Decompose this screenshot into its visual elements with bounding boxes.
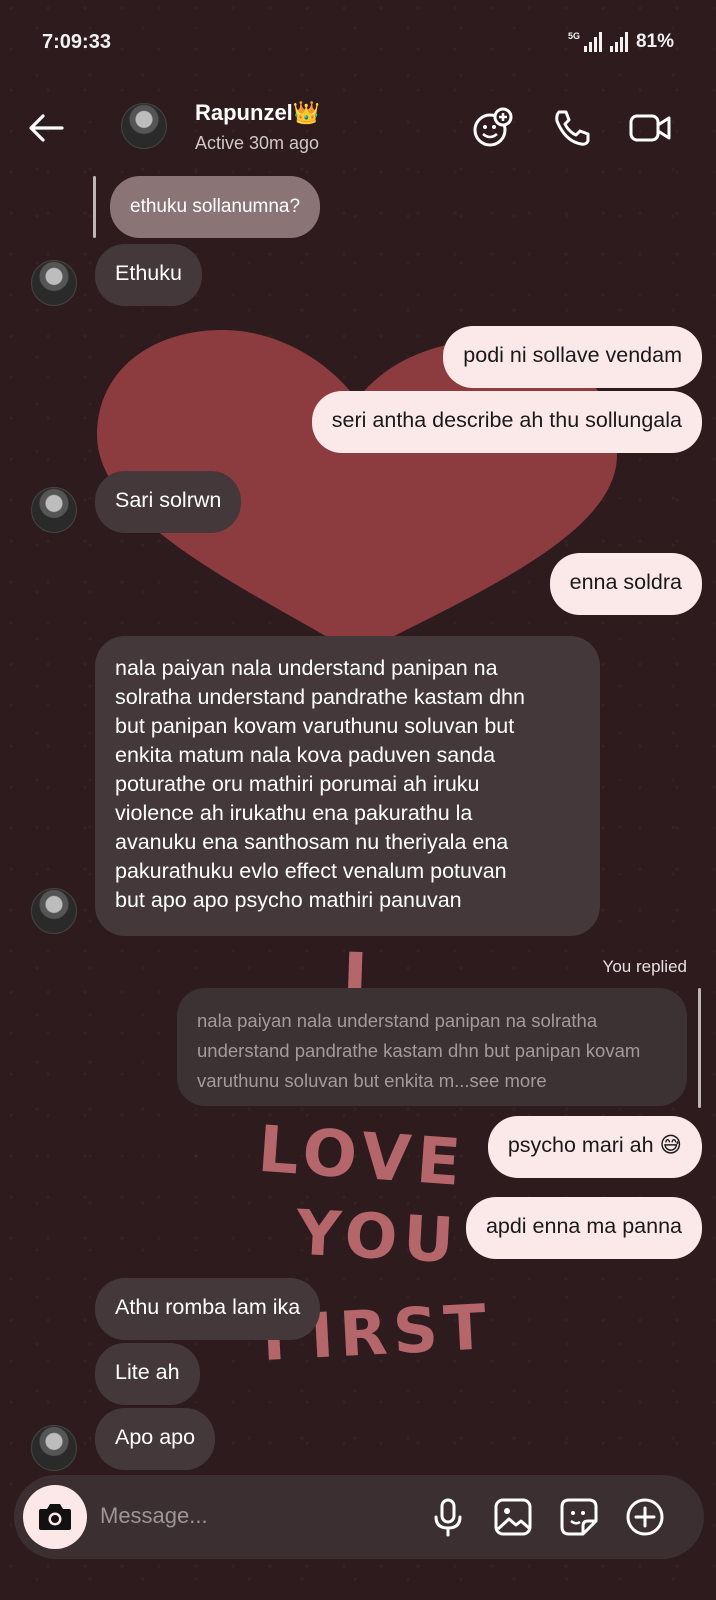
back-arrow-icon[interactable] [26,108,66,148]
sender-avatar[interactable] [31,487,77,533]
camera-button[interactable] [23,1485,87,1549]
message-input[interactable]: Message... [100,1503,208,1529]
message-line: nala paiyan nala understand panipan na [115,656,498,680]
message-line: violence ah irukathu ena pakurathu la [115,801,473,825]
sender-avatar[interactable] [31,888,77,934]
status-time: 7:09:33 [42,30,111,53]
microphone-icon[interactable] [426,1495,470,1539]
incoming-message[interactable]: Athu romba lam ika [95,1278,321,1340]
art-text-you: YOU [294,1195,462,1278]
contact-name[interactable]: Rapunzel👑 [195,100,320,126]
message-line: solratha understand pandrathe kastam dhn [115,685,525,709]
add-circle-icon[interactable] [623,1495,667,1539]
outgoing-message[interactable]: seri antha describe ah thu sollungala [311,391,702,453]
quoted-message[interactable]: ethuku sollanumna? [110,176,321,238]
sender-avatar[interactable] [31,260,77,306]
network-type: 5G [567,31,580,41]
art-text-love: LOVE [255,1112,469,1202]
message-line: poturathe oru mathiri porumai ah iruku [115,772,480,796]
activity-status: Active 30m ago [195,133,320,153]
reply-indicator-line [698,988,701,1108]
you-replied-label: You replied [602,957,687,976]
incoming-message[interactable]: Lite ah [95,1343,200,1405]
outgoing-message[interactable]: apdi enna ma panna [465,1197,702,1259]
outgoing-message[interactable]: enna soldra [549,553,702,615]
status-bar: 7:09:33 5G 81% [0,0,716,84]
message-line: avanuku ena santhosam nu theriyala ena [115,830,509,854]
incoming-message[interactable]: Ethuku [95,244,202,306]
incoming-message[interactable]: Sari solrwn [95,471,242,533]
message-line: but panipan kovam varuthunu soluvan but [115,714,515,738]
add-sticker-effects-icon[interactable] [470,106,514,150]
quoted-outgoing-reply[interactable]: nala paiyan nala understand panipan na s… [177,988,687,1106]
signal-icon-2 [609,32,628,52]
reply-indicator-line [93,176,96,238]
message-line: but apo apo psycho mathiri panuvan [115,888,462,912]
status-indicators: 5G 81% [568,31,674,53]
message-composer: Message... [14,1475,704,1559]
message-line: enkita matum nala kova paduven sanda [115,743,496,767]
gallery-icon[interactable] [491,1495,535,1539]
camera-icon [39,1504,71,1530]
message-line: pakurathuku evlo effect venalum potuvan [115,859,507,883]
battery-level: 81% [635,31,674,52]
incoming-long-message[interactable]: nala paiyan nala understand panipan na s… [95,636,600,936]
chat-header: Rapunzel👑 Active 30m ago [0,90,716,166]
sender-avatar[interactable] [31,1425,77,1471]
phone-call-icon[interactable] [550,106,594,150]
contact-avatar[interactable] [121,103,167,149]
video-call-icon[interactable] [628,106,672,150]
outgoing-message[interactable]: podi ni sollave vendam [443,326,702,388]
signal-icon [583,32,602,52]
incoming-message[interactable]: Apo apo [95,1408,216,1470]
outgoing-message[interactable]: psycho mari ah 😅 [487,1116,702,1178]
sticker-icon[interactable] [557,1495,601,1539]
